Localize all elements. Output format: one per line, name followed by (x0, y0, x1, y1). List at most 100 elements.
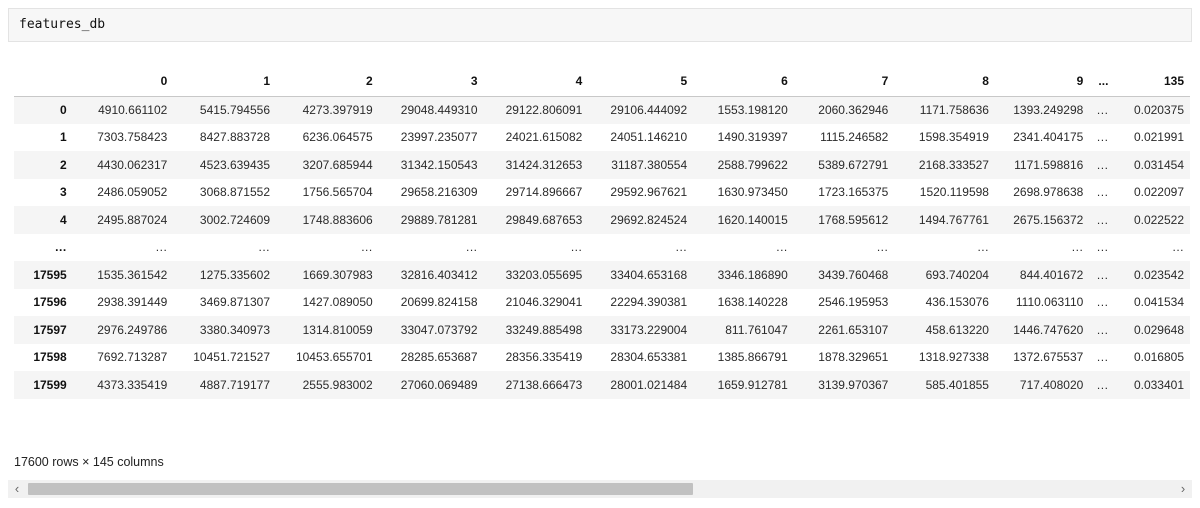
table-cell: 28001.021484 (610, 377, 688, 392)
table-cell: 2168.333527 (918, 157, 989, 172)
table-cell: 7303.758423 (97, 130, 168, 145)
ellipsis-cell: ... (1096, 267, 1109, 282)
table-cell: 458.613220 (925, 322, 989, 337)
ellipsis-cell: ... (570, 240, 583, 255)
table-cell: 28304.653381 (610, 350, 688, 365)
table-cell: 1446.747620 (1013, 322, 1084, 337)
table-cell: 2555.983002 (302, 377, 373, 392)
ellipsis-cell: ... (1172, 240, 1184, 255)
table-cell: 844.401672 (1019, 267, 1084, 282)
ellipsis-cell: ... (675, 240, 688, 255)
code-text[interactable]: features_db (19, 17, 105, 32)
ellipsis-cell: ... (876, 240, 889, 255)
table-cell: 1393.249298 (1013, 103, 1084, 117)
table-cell: 0.041534 (1133, 295, 1184, 310)
table-row: 0 4910.661102 5415.794556 4273.397919 29048.… (14, 96, 1190, 124)
table-cell: 24051.146210 (610, 130, 688, 145)
table-cell: 10451.721527 (193, 350, 270, 365)
table-cell: 4887.719177 (199, 377, 270, 392)
table-cell: 3207.685944 (302, 157, 373, 172)
table-cell: 3380.340973 (199, 322, 270, 337)
table-cell: 7692.713287 (97, 350, 168, 365)
table-cell: 29592.967621 (610, 185, 688, 200)
table-cell: 28356.335419 (505, 350, 583, 365)
table-cell: 0.016805 (1133, 350, 1184, 365)
row-index: 4 (60, 212, 67, 227)
table-cell: 29849.687653 (505, 212, 583, 227)
ellipsis-cell: ... (466, 240, 478, 255)
table-cell: 1494.767761 (918, 212, 989, 227)
column-header: 4 (483, 66, 589, 97)
ellipsis-cell: ... (1096, 130, 1109, 145)
horizontal-scrollbar[interactable]: ‹ › (8, 480, 1192, 498)
table-cell: 1110.063110 (1015, 295, 1084, 310)
ellipsis-cell: ... (1096, 212, 1109, 227)
table-cell: 0.029648 (1133, 322, 1184, 337)
table-cell: 0.021991 (1133, 130, 1184, 145)
scroll-right-icon[interactable]: › (1175, 480, 1191, 498)
table-row: 17596 2938.391449 3469.871307 1427.089050 20… (14, 288, 1190, 316)
table-cell: 1535.361542 (97, 267, 168, 282)
table-cell: 1748.883606 (302, 212, 373, 227)
table-cell: 29122.806091 (505, 103, 583, 117)
ellipsis-cell: ... (155, 240, 168, 255)
table-cell: 33173.229004 (610, 322, 688, 337)
table-cell: 29658.216309 (400, 185, 478, 200)
row-index: 17595 (33, 267, 67, 282)
table-cell: 717.408020 (1019, 377, 1084, 392)
scroll-left-icon[interactable]: ‹ (9, 480, 25, 498)
table-row: 17598 7692.713287 10451.721527 10453.655701… (14, 343, 1190, 371)
table-row: 17595 1535.361542 1275.335602 1669.307983 32… (14, 261, 1190, 289)
table-cell: 2546.195953 (818, 295, 889, 310)
ellipsis-cell: ... (1096, 103, 1109, 117)
table-cell: 3139.970367 (818, 377, 889, 392)
table-row: 2 4430.062317 4523.639435 3207.685944 31342.… (14, 151, 1190, 179)
row-index: 17596 (33, 295, 67, 310)
table-cell: 6236.064575 (302, 130, 373, 145)
table-cell: 1659.912781 (717, 377, 788, 392)
table-cell: 2675.156372 (1013, 212, 1084, 227)
table-cell: 1620.140015 (717, 212, 788, 227)
table-cell: 1385.866791 (717, 350, 788, 365)
row-index: 0 (60, 103, 67, 117)
table-cell: 29048.449310 (400, 103, 478, 117)
table-cell: 29889.781281 (400, 212, 478, 227)
table-cell: 1598.354919 (918, 130, 989, 145)
table-cell: 0.033401 (1133, 377, 1184, 392)
table-row: 17599 4373.335419 4887.719177 2555.983002 27… (14, 371, 1190, 399)
column-header: 6 (693, 66, 794, 97)
ellipsis-row: ....................................... (14, 233, 1190, 261)
header-row: 0 1 2 3 4 5 6 7 8 9... 135 (14, 66, 1190, 97)
table-cell: 0.022097 (1133, 185, 1184, 200)
table-cell: 24021.615082 (505, 130, 583, 145)
table-cell: 811.761047 (725, 322, 788, 337)
table-cell: 32816.403412 (400, 267, 478, 282)
table-cell: 31187.380554 (611, 157, 688, 172)
ellipsis-cell: ... (1096, 185, 1109, 200)
column-header: 135 (1114, 66, 1190, 97)
index-header (14, 66, 73, 97)
ellipsis-cell: ... (1096, 157, 1109, 172)
table-cell: 2261.653107 (818, 322, 889, 337)
row-index: 17597 (33, 322, 67, 337)
table-cell: 27138.666473 (505, 377, 583, 392)
table-cell: 0.022522 (1133, 212, 1184, 227)
table-cell: 1878.329651 (818, 350, 889, 365)
column-header: 7 (793, 66, 895, 97)
table-cell: 1171.758636 (919, 103, 989, 117)
column-header: 5 (588, 66, 694, 97)
table-row: 17597 2976.249786 3380.340973 1314.810059 33… (14, 316, 1190, 344)
table-cell: 31342.150543 (400, 157, 478, 172)
table-row: 1 7303.758423 8427.883728 6236.064575 23997.… (14, 123, 1190, 151)
table-cell: 33047.073792 (400, 322, 478, 337)
code-input-cell[interactable]: features_db (8, 8, 1192, 42)
table-cell: 1314.810059 (302, 322, 373, 337)
ellipsis-cell: ... (1096, 240, 1109, 255)
table-cell: 31424.312653 (505, 157, 583, 172)
table-cell: 33203.055695 (505, 267, 583, 282)
table-cell: 1723.165375 (818, 185, 889, 200)
scrollbar-thumb[interactable] (28, 483, 693, 495)
table-cell: 1553.198120 (717, 103, 788, 117)
table-cell: 0.023542 (1133, 267, 1184, 282)
ellipsis-cell: ... (776, 240, 788, 255)
